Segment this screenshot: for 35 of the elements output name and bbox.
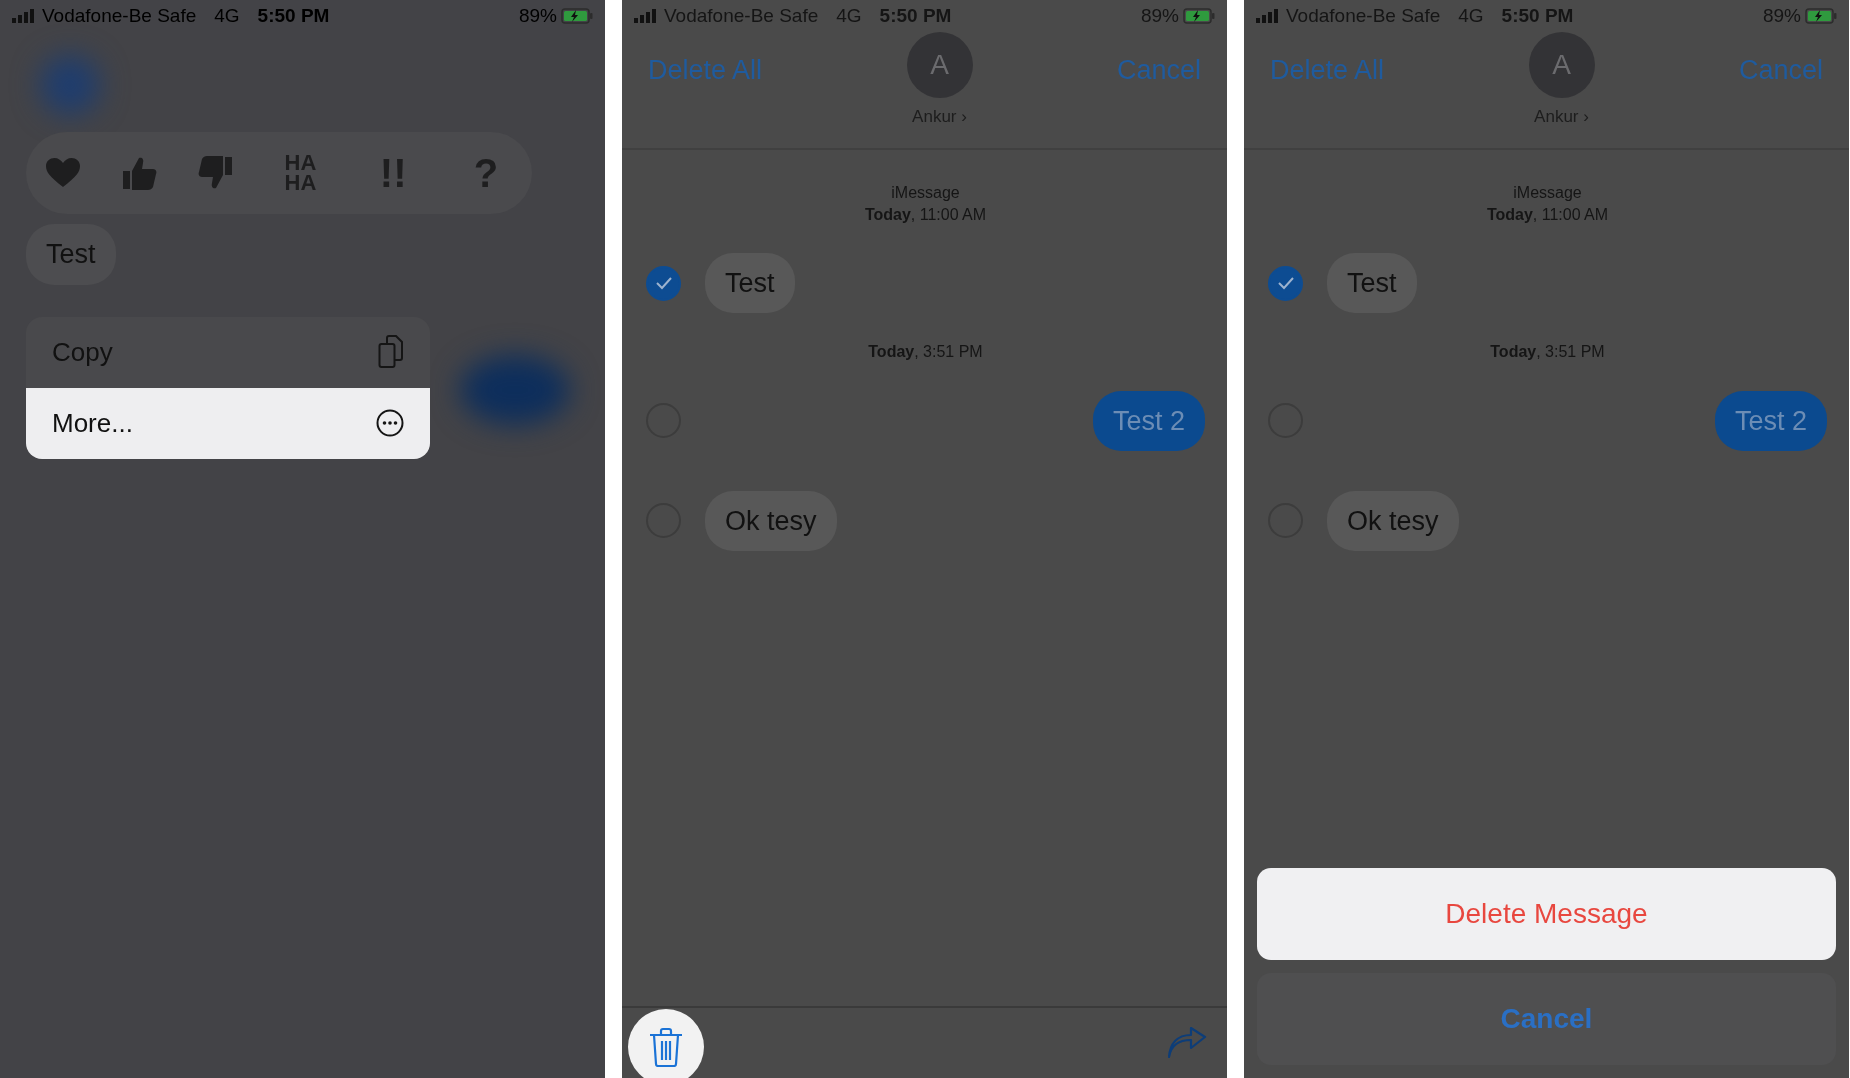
thumbs-down-icon[interactable]	[197, 155, 234, 191]
delete-message-button[interactable]: Delete Message	[1257, 868, 1836, 960]
more-options-icon	[376, 409, 404, 437]
message-bubble: Ok tesy	[1327, 490, 1459, 552]
message-bubble: Test 2	[1092, 390, 1205, 452]
delete-all-link[interactable]: Delete All	[1270, 50, 1385, 91]
cancel-link[interactable]: Cancel	[1738, 50, 1823, 91]
contact-avatar: A	[906, 32, 973, 98]
message-bubble: Test	[705, 252, 795, 314]
message-bubble: Test	[26, 224, 116, 285]
trash-icon	[649, 1027, 683, 1067]
message-bubble: Test 2	[1714, 390, 1827, 452]
contact-avatar: A	[1528, 32, 1595, 98]
menu-item[interactable]: More...	[26, 387, 430, 459]
clock-time: 5:50 PM	[257, 3, 330, 28]
cancel-link[interactable]: Cancel	[1116, 50, 1201, 91]
menu-item[interactable]: Copy	[26, 316, 430, 388]
message-bubble: Test	[1327, 252, 1417, 314]
signal-icon	[1256, 9, 1278, 23]
reaction-label[interactable]: ?	[460, 155, 512, 191]
selection-circle[interactable]	[646, 265, 681, 301]
message-bubble: Ok tesy	[705, 490, 837, 552]
copy-icon	[378, 335, 404, 369]
carrier-name: Vodafone-Be Safe	[42, 3, 197, 28]
reaction-label[interactable]: !!	[367, 155, 420, 191]
selection-circle[interactable]	[1268, 265, 1303, 301]
battery-percentage: 89%	[518, 3, 557, 28]
signal-icon	[634, 9, 656, 23]
cancel-button[interactable]: Cancel	[1257, 973, 1836, 1065]
network-type: 4G	[214, 3, 240, 28]
signal-icon	[12, 9, 34, 23]
delete-all-link[interactable]: Delete All	[648, 50, 763, 91]
heart-icon[interactable]	[46, 158, 80, 188]
thumbs-up-icon[interactable]	[120, 155, 157, 191]
share-icon[interactable]	[1167, 1027, 1207, 1059]
